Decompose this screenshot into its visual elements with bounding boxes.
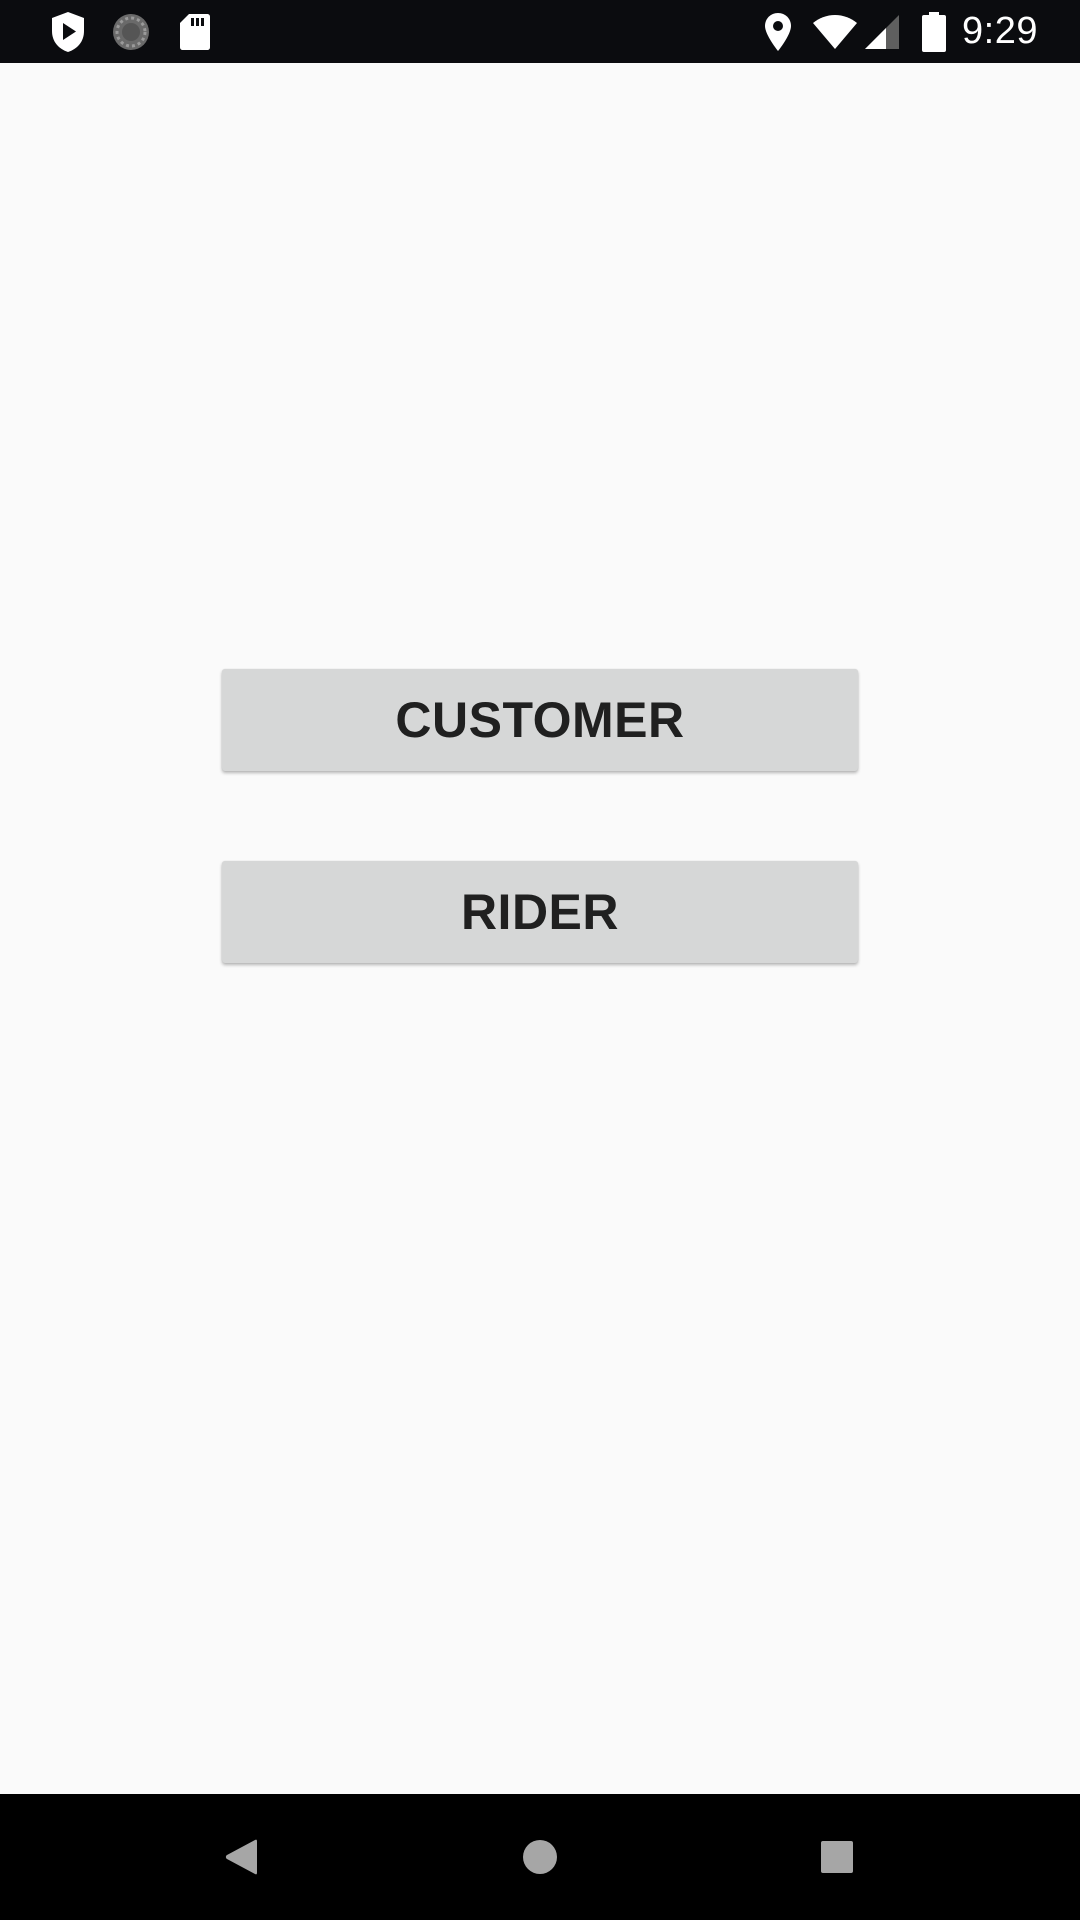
sd-card-icon [178,0,212,63]
sync-progress-icon [110,0,152,63]
status-time: 9:29 [962,10,1038,52]
wifi-icon [811,0,859,63]
status-bar: 9:29 [0,0,1080,63]
signal-icon [864,0,900,63]
customer-button[interactable]: CUSTOMER [222,669,858,771]
recents-icon[interactable] [777,1794,897,1920]
navigation-bar [0,1794,1080,1920]
back-icon[interactable] [181,1794,301,1920]
battery-icon [920,0,948,63]
home-icon[interactable] [480,1794,600,1920]
location-icon [762,0,794,63]
shield-play-icon [48,0,88,63]
main-content: CUSTOMER RIDER [0,63,1080,1794]
rider-button[interactable]: RIDER [222,861,858,963]
